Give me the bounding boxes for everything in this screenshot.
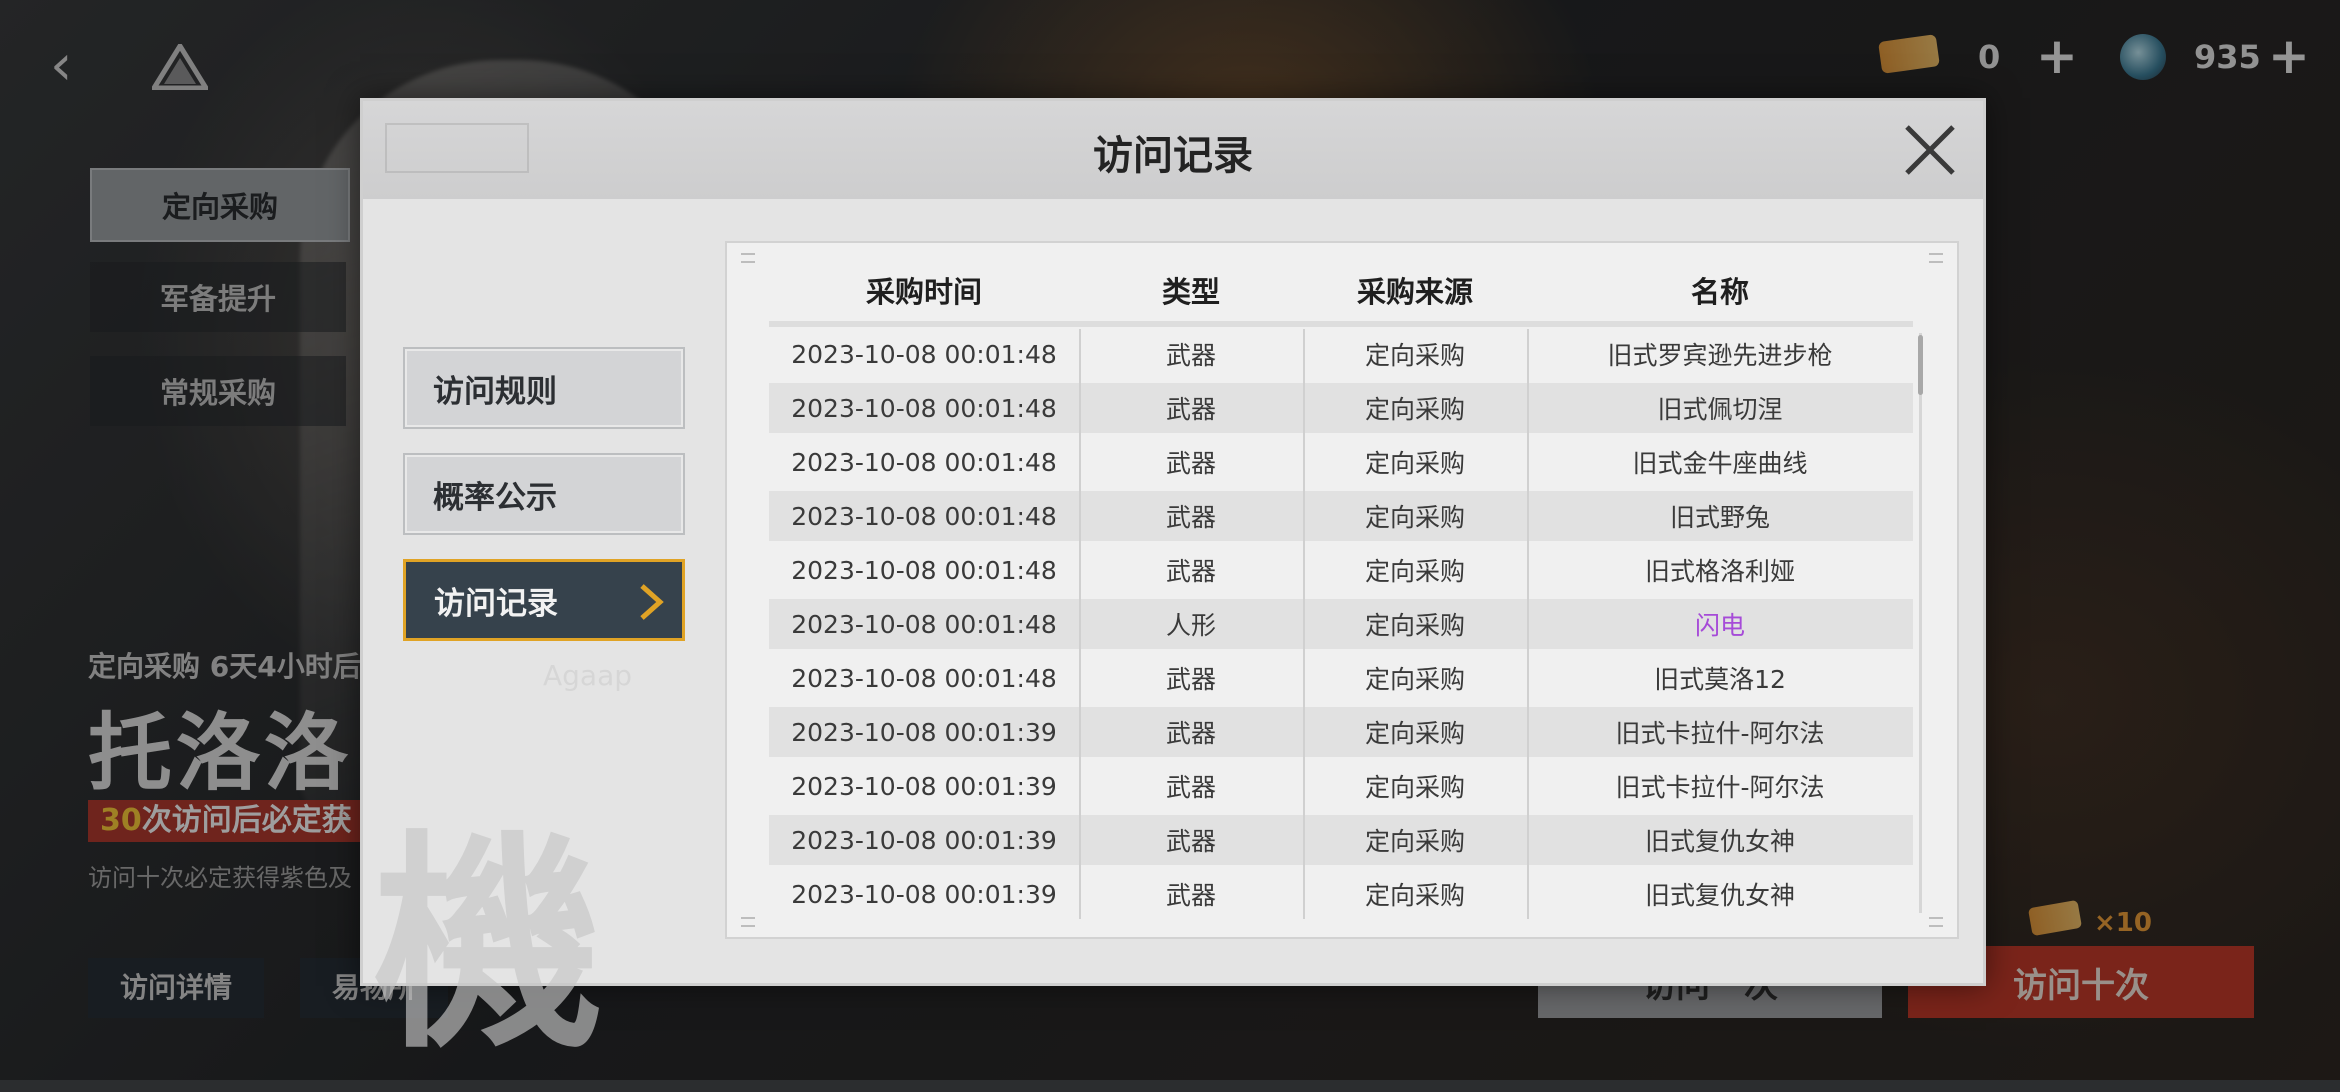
dialog-title: 访问记录: [1093, 133, 1253, 179]
menu-visit-rules[interactable]: 访问规则: [403, 347, 685, 429]
table-row: 2023-10-08 00:01:39 武器 定向采购 旧式复仇女神: [769, 815, 1913, 865]
cell-type: 武器: [1165, 503, 1216, 532]
table-row: 2023-10-08 00:01:48 武器 定向采购 旧式金牛座曲线: [769, 437, 1913, 487]
cell-source: 定向采购: [1364, 557, 1465, 586]
cell-name: 旧式格洛利娅: [1644, 557, 1795, 586]
column-header-time: 采购时间: [865, 275, 982, 309]
header-divider: [769, 321, 1913, 327]
cell-time: 2023-10-08 00:01:48: [791, 555, 1057, 585]
table-row: 2023-10-08 00:01:48 武器 定向采购 旧式格洛利娅: [769, 545, 1913, 595]
cell-time: 2023-10-08 00:01:39: [791, 879, 1057, 909]
cell-name: 旧式卡拉什-阿尔法: [1615, 773, 1825, 802]
cell-source: 定向采购: [1364, 611, 1465, 640]
column-divider: [1079, 329, 1081, 919]
cell-source: 定向采购: [1364, 341, 1465, 370]
cell-name: 旧式佩切涅: [1657, 395, 1783, 424]
chevron-right-icon: [640, 584, 664, 620]
cell-type: 武器: [1165, 557, 1216, 586]
corner-mark: [1929, 917, 1943, 927]
column-header-type: 类型: [1161, 275, 1220, 309]
cell-source: 定向采购: [1364, 827, 1465, 856]
cell-type: 武器: [1165, 665, 1216, 694]
kanji-watermark: 機: [373, 810, 604, 1080]
cell-type: 武器: [1165, 719, 1216, 748]
cell-source: 定向采购: [1364, 665, 1465, 694]
close-icon[interactable]: [1901, 121, 1959, 179]
menu-label: 访问规则: [433, 373, 557, 410]
cell-type: 武器: [1165, 341, 1216, 370]
cell-time: 2023-10-08 00:01:48: [791, 663, 1057, 693]
cell-name: 旧式野兔: [1669, 503, 1770, 532]
column-divider: [1527, 329, 1529, 919]
cell-name: 旧式复仇女神: [1644, 881, 1795, 910]
cell-name: 旧式金牛座曲线: [1632, 449, 1808, 478]
corner-mark: [1929, 253, 1943, 263]
cell-type: 人形: [1165, 611, 1216, 640]
cell-time: 2023-10-08 00:01:48: [791, 339, 1057, 369]
dialog-menu: Agaap 機 访问规则 概率公示 访问记录: [363, 199, 693, 1080]
column-header-name: 名称: [1690, 275, 1749, 309]
cell-name: 旧式复仇女神: [1644, 827, 1795, 856]
visit-record-dialog: 访问记录 Agaap 機 访问规则 概率公示 访问记录 采购时间 类型 采购来源…: [360, 98, 1986, 1080]
column-header-source: 采购来源: [1356, 275, 1473, 309]
table-row: 2023-10-08 00:01:39 武器 定向采购 旧式卡拉什-阿尔法: [769, 761, 1913, 811]
cell-time: 2023-10-08 00:01:39: [791, 717, 1057, 747]
column-divider: [1303, 329, 1305, 919]
cell-type: 武器: [1165, 827, 1216, 856]
cell-type: 武器: [1165, 773, 1216, 802]
cell-time: 2023-10-08 00:01:48: [791, 501, 1057, 531]
watermark-label: Agaap: [543, 659, 633, 692]
table-row: 2023-10-08 00:01:48 武器 定向采购 旧式莫洛12: [769, 653, 1913, 703]
cell-type: 武器: [1165, 449, 1216, 478]
scrollbar-thumb[interactable]: [1918, 335, 1923, 395]
record-table: 采购时间 类型 采购来源 名称 2023-10-08 00:01:48 武器 定向采…: [725, 241, 1959, 939]
menu-probability[interactable]: 概率公示: [403, 453, 685, 535]
table-row: 2023-10-08 00:01:48 人形 定向采购 闪电: [769, 599, 1913, 649]
cell-name: 旧式莫洛12: [1654, 665, 1786, 694]
table-row: 2023-10-08 00:01:48 武器 定向采购 旧式佩切涅: [769, 383, 1913, 433]
cell-source: 定向采购: [1364, 503, 1465, 532]
cell-name: 旧式卡拉什-阿尔法: [1615, 719, 1825, 748]
cell-time: 2023-10-08 00:01:48: [791, 609, 1057, 639]
cell-time: 2023-10-08 00:01:39: [791, 825, 1057, 855]
table-row: 2023-10-08 00:01:48 武器 定向采购 旧式罗宾逊先进步枪: [769, 329, 1913, 379]
corner-mark: [741, 253, 755, 263]
cell-source: 定向采购: [1364, 881, 1465, 910]
cell-source: 定向采购: [1364, 719, 1465, 748]
menu-visit-record[interactable]: 访问记录: [403, 559, 685, 641]
menu-label: 访问记录: [434, 585, 558, 622]
cell-type: 武器: [1165, 881, 1216, 910]
cell-source: 定向采购: [1364, 395, 1465, 424]
cell-source: 定向采购: [1364, 773, 1465, 802]
cell-time: 2023-10-08 00:01:39: [791, 771, 1057, 801]
cell-time: 2023-10-08 00:01:48: [791, 393, 1057, 423]
scrollbar-track[interactable]: [1919, 333, 1922, 913]
menu-label: 概率公示: [433, 479, 557, 516]
table-row: 2023-10-08 00:01:39 武器 定向采购 旧式卡拉什-阿尔法: [769, 707, 1913, 757]
cell-source: 定向采购: [1364, 449, 1465, 478]
corner-mark: [741, 917, 755, 927]
cell-name: 旧式罗宾逊先进步枪: [1607, 341, 1833, 370]
cell-type: 武器: [1165, 395, 1216, 424]
cell-name: 闪电: [1694, 611, 1745, 640]
table-row: 2023-10-08 00:01:39 武器 定向采购 旧式复仇女神: [769, 869, 1913, 919]
table-row: 2023-10-08 00:01:48 武器 定向采购 旧式野兔: [769, 491, 1913, 541]
cell-time: 2023-10-08 00:01:48: [791, 447, 1057, 477]
dialog-header: 访问记录: [363, 101, 1983, 199]
table-header: 采购时间 类型 采购来源 名称: [769, 259, 1913, 321]
table-body[interactable]: 2023-10-08 00:01:48 武器 定向采购 旧式罗宾逊先进步枪 2023-1…: [769, 329, 1913, 919]
